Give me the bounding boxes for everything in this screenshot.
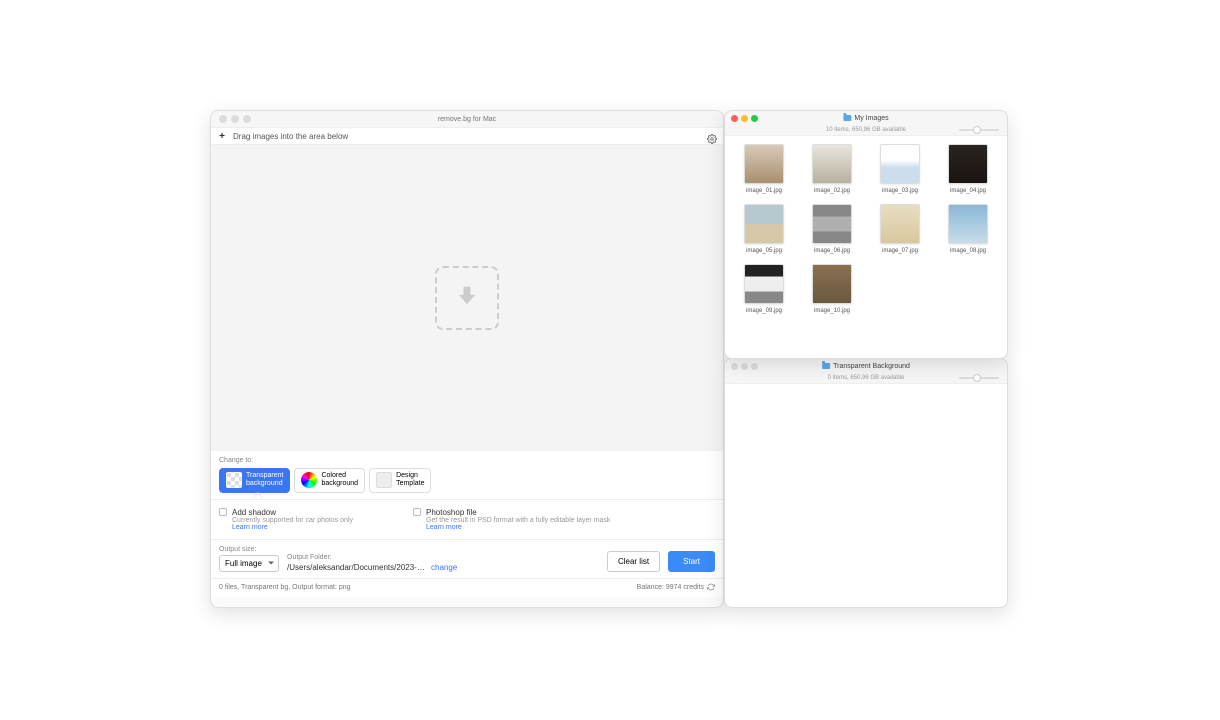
template-icon xyxy=(376,472,392,488)
finder-source-titlebar[interactable]: My Images xyxy=(725,111,1007,125)
minimize-button[interactable] xyxy=(741,363,748,370)
output-row: Output size: Full image Output Folder: /… xyxy=(211,539,723,578)
file-thumbnail xyxy=(948,144,988,184)
finder-source-window: My Images 10 items, 650,96 GB available … xyxy=(724,110,1008,359)
shadow-checkbox[interactable] xyxy=(219,508,227,516)
status-balance: Balance: 9974 credits xyxy=(637,584,704,591)
file-thumbnail xyxy=(744,204,784,244)
close-button[interactable] xyxy=(731,363,738,370)
file-name: image_10.jpg xyxy=(814,308,850,314)
file-name: image_01.jpg xyxy=(746,188,782,194)
file-thumbnail xyxy=(812,264,852,304)
file-item[interactable]: image_07.jpg xyxy=(869,204,931,254)
file-name: image_02.jpg xyxy=(814,188,850,194)
folder-icon xyxy=(822,363,830,369)
file-thumbnail xyxy=(812,144,852,184)
file-name: image_04.jpg xyxy=(950,188,986,194)
output-folder-group: Output Folder: /Users/aleksandar/Documen… xyxy=(287,554,457,572)
close-button[interactable] xyxy=(219,115,227,123)
maximize-button[interactable] xyxy=(751,115,758,122)
file-item[interactable]: image_01.jpg xyxy=(733,144,795,194)
finder-output-titlebar[interactable]: Transparent Background xyxy=(725,359,1007,373)
color-wheel-icon xyxy=(301,472,317,488)
start-button[interactable]: Start xyxy=(668,551,715,572)
psd-checkbox[interactable] xyxy=(413,508,421,516)
tab-design[interactable]: DesignTemplate xyxy=(369,468,431,493)
drop-area[interactable] xyxy=(211,145,723,451)
status-left: 0 files, Transparent bg, Output format: … xyxy=(219,584,351,591)
file-item[interactable]: image_06.jpg xyxy=(801,204,863,254)
add-icon[interactable]: + xyxy=(217,131,227,141)
download-arrow-icon xyxy=(453,282,481,315)
output-size-label: Output size: xyxy=(219,546,279,553)
drop-target xyxy=(435,266,499,330)
finder-output-title: Transparent Background xyxy=(822,363,910,370)
file-thumbnail xyxy=(744,264,784,304)
thumbnail-grid: image_01.jpgimage_02.jpgimage_03.jpgimag… xyxy=(725,136,1007,318)
titlebar[interactable]: remove.bg for Mac xyxy=(211,111,723,127)
change-folder-link[interactable]: change xyxy=(431,563,457,572)
refresh-icon[interactable] xyxy=(704,583,715,593)
window-title: remove.bg for Mac xyxy=(438,116,496,123)
psd-title: Photoshop file xyxy=(426,508,477,517)
maximize-button[interactable] xyxy=(243,115,251,123)
drag-hint: Drag images into the area below xyxy=(233,132,707,141)
finder-output-status: 0 items, 650,96 GB available xyxy=(725,373,1007,384)
output-size-group: Output size: Full image xyxy=(219,546,279,572)
change-to-label: Change to: xyxy=(219,457,715,464)
option-shadow: Add shadow Currently supported for car p… xyxy=(219,508,353,531)
status-bar: 0 files, Transparent bg, Output format: … xyxy=(211,578,723,597)
shadow-learn-more[interactable]: Learn more xyxy=(232,524,353,531)
finder-source-title: My Images xyxy=(843,115,888,122)
file-name: image_03.jpg xyxy=(882,188,918,194)
file-thumbnail xyxy=(880,204,920,244)
file-name: image_05.jpg xyxy=(746,248,782,254)
file-item[interactable]: image_09.jpg xyxy=(733,264,795,314)
tab-transparent[interactable]: Transparentbackground xyxy=(219,468,290,493)
file-item[interactable]: image_02.jpg xyxy=(801,144,863,194)
drag-bar: + Drag images into the area below xyxy=(211,127,723,145)
maximize-button[interactable] xyxy=(751,363,758,370)
settings-icon[interactable] xyxy=(707,131,717,141)
file-name: image_06.jpg xyxy=(814,248,850,254)
file-item[interactable]: image_10.jpg xyxy=(801,264,863,314)
file-name: image_09.jpg xyxy=(746,308,782,314)
file-name: image_08.jpg xyxy=(950,248,986,254)
options-panel: Add shadow Currently supported for car p… xyxy=(211,499,723,539)
psd-subtitle: Get the result in PSD format with a full… xyxy=(426,517,610,524)
folder-icon xyxy=(843,115,851,121)
file-thumbnail xyxy=(812,204,852,244)
clear-list-button[interactable]: Clear list xyxy=(607,551,660,572)
file-name: image_07.jpg xyxy=(882,248,918,254)
option-psd: Photoshop file Get the result in PSD for… xyxy=(413,508,610,531)
change-to-section: Change to: Transparentbackground Colored… xyxy=(211,451,723,499)
minimize-button[interactable] xyxy=(231,115,239,123)
psd-learn-more[interactable]: Learn more xyxy=(426,524,610,531)
file-item[interactable]: image_08.jpg xyxy=(937,204,999,254)
file-thumbnail xyxy=(880,144,920,184)
close-button[interactable] xyxy=(731,115,738,122)
transparent-icon xyxy=(226,472,242,488)
output-size-select[interactable]: Full image xyxy=(219,555,279,572)
file-thumbnail xyxy=(948,204,988,244)
zoom-slider[interactable] xyxy=(959,127,999,133)
file-thumbnail xyxy=(744,144,784,184)
file-item[interactable]: image_03.jpg xyxy=(869,144,931,194)
minimize-button[interactable] xyxy=(741,115,748,122)
finder-output-window: Transparent Background 0 items, 650,96 G… xyxy=(724,358,1008,608)
file-item[interactable]: image_04.jpg xyxy=(937,144,999,194)
file-item[interactable]: image_05.jpg xyxy=(733,204,795,254)
tab-colored[interactable]: Coloredbackground xyxy=(294,468,365,493)
output-folder-path: /Users/aleksandar/Documents/2023-04-0… xyxy=(287,563,427,572)
shadow-subtitle: Currently supported for car photos only xyxy=(232,517,353,524)
app-window: remove.bg for Mac + Drag images into the… xyxy=(210,110,724,608)
output-folder-label: Output Folder: xyxy=(287,554,457,561)
shadow-title: Add shadow xyxy=(232,508,276,517)
background-tabs: Transparentbackground Coloredbackground … xyxy=(219,468,715,493)
finder-source-status: 10 items, 650,96 GB available xyxy=(725,125,1007,136)
zoom-slider[interactable] xyxy=(959,375,999,381)
